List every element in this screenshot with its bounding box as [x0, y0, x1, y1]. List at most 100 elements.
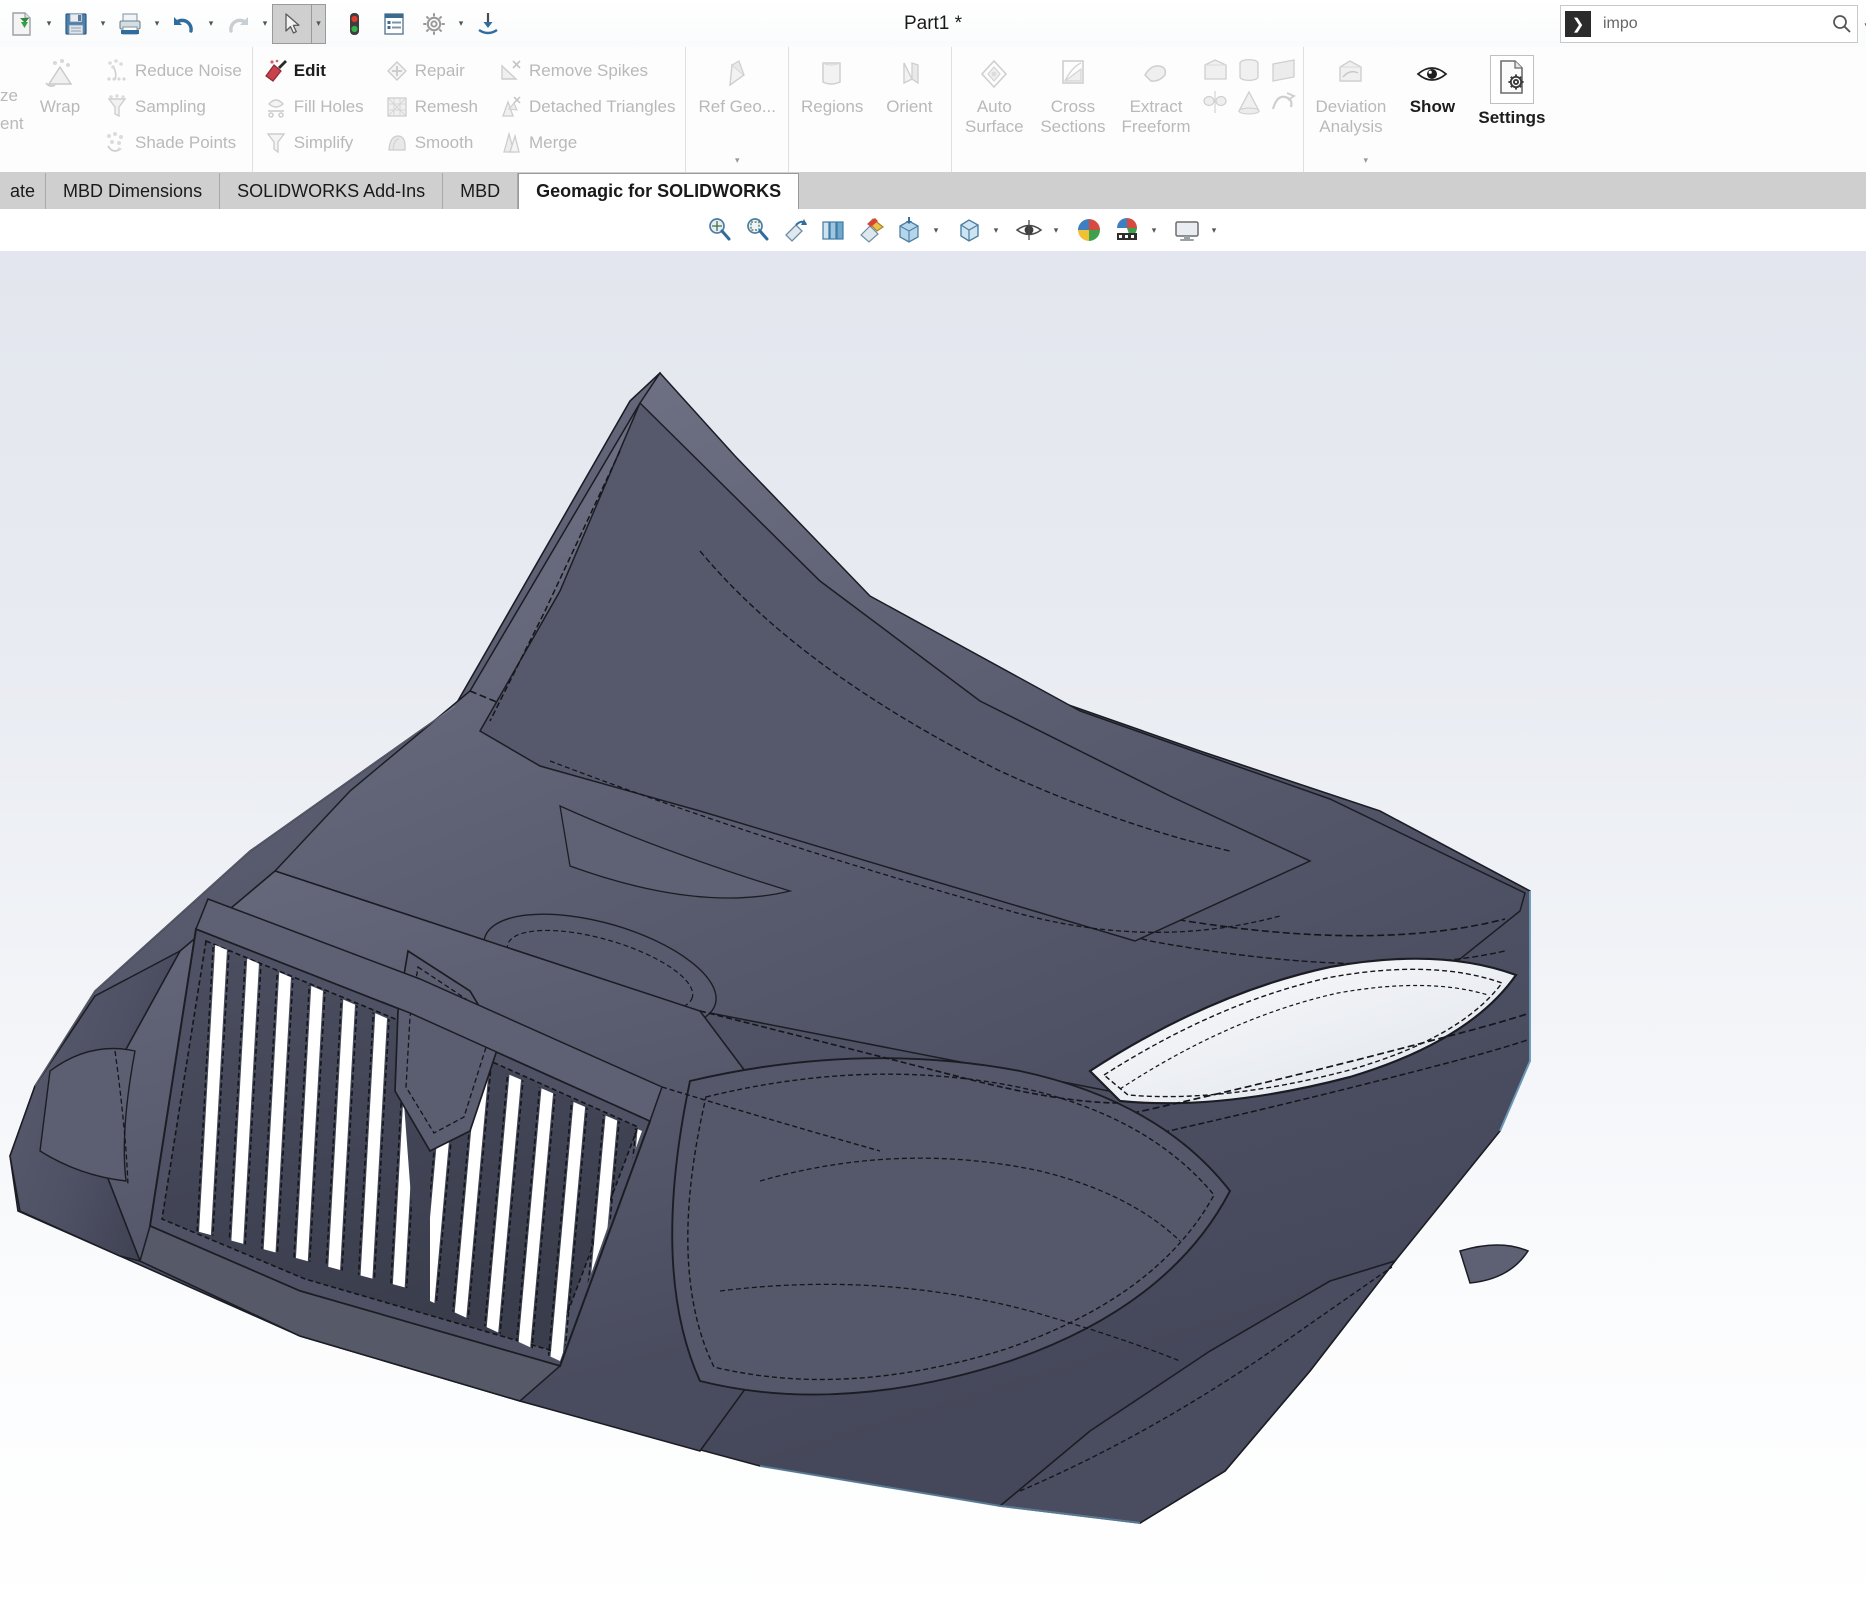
new-document-button[interactable]: [2, 4, 42, 44]
display-style-view-button[interactable]: [950, 211, 988, 249]
zoom-to-fit-button[interactable]: [700, 211, 738, 249]
ribbon-button-edit[interactable]: Edit: [257, 53, 370, 89]
ribbon-button-fill-holes[interactable]: Fill Holes: [257, 89, 370, 125]
ribbon-button-show[interactable]: Show: [1394, 47, 1470, 117]
ribbon-button-shade-points[interactable]: Shade Points: [98, 125, 248, 161]
ribbon-tab-strip: ate MBD Dimensions SOLIDWORKS Add-Ins MB…: [0, 172, 1866, 210]
box-primitive-icon[interactable]: [1199, 55, 1231, 85]
options-button[interactable]: [414, 4, 454, 44]
ribbon-button-remove-spikes[interactable]: Remove Spikes: [492, 53, 681, 89]
ribbon-group-points: ze ent Wrap: [0, 47, 252, 172]
regions-icon: [813, 55, 851, 93]
view-orientation-caret[interactable]: ▾: [928, 211, 944, 249]
undo-button[interactable]: [164, 4, 204, 44]
orient-icon: [890, 55, 928, 93]
ribbon-group-reference: Ref Geo... ▾: [685, 47, 787, 172]
sweep-primitive-icon[interactable]: [1267, 87, 1299, 117]
view-orientation-button[interactable]: [890, 211, 928, 249]
ribbon-button-ref-geometry[interactable]: Ref Geo...: [690, 47, 783, 117]
ribbon-button-wrap[interactable]: Wrap: [22, 47, 98, 117]
undo-caret[interactable]: ▾: [204, 4, 218, 44]
command-search[interactable]: ❯ ▾: [1560, 5, 1858, 43]
redo-button[interactable]: [218, 4, 258, 44]
search-input[interactable]: [1591, 14, 1827, 34]
remesh-icon: [384, 94, 410, 120]
ribbon-button-regions[interactable]: Regions: [793, 47, 871, 117]
ribbon-button-detached-triangles[interactable]: Detached Triangles: [492, 89, 681, 125]
ribbon-group-regions: Regions Orient: [788, 47, 951, 172]
graphics-viewport[interactable]: [0, 251, 1866, 1618]
ribbon-button-simplify[interactable]: Simplify: [257, 125, 370, 161]
cone-primitive-icon[interactable]: [1233, 87, 1265, 117]
print-caret[interactable]: ▾: [150, 4, 164, 44]
ribbon-label-merge: Merge: [529, 133, 577, 153]
ribbon-button-smooth[interactable]: Smooth: [378, 125, 484, 161]
ribbon-label-simplify: Simplify: [294, 133, 354, 153]
monitor-icon: [1172, 215, 1202, 245]
cylinder-primitive-icon[interactable]: [1233, 55, 1265, 85]
display-style-button[interactable]: [374, 4, 414, 44]
ribbon-button-deviation-analysis[interactable]: Deviation Analysis: [1308, 47, 1395, 136]
insert-component-button[interactable]: [468, 4, 508, 44]
select-tool-caret[interactable]: ▾: [312, 4, 326, 44]
ref-geometry-caret[interactable]: ▾: [735, 155, 740, 166]
print-button[interactable]: [110, 4, 150, 44]
print-icon: [116, 10, 144, 38]
apply-scene-button[interactable]: [1070, 211, 1108, 249]
display-manager-caret[interactable]: ▾: [1206, 211, 1222, 249]
view-settings-button[interactable]: [1108, 211, 1146, 249]
section-view-button[interactable]: [852, 211, 890, 249]
display-style-caret[interactable]: ▾: [988, 211, 1004, 249]
ribbon-label-wrap: Wrap: [40, 97, 80, 117]
previous-view-button[interactable]: [814, 211, 852, 249]
ribbon-group-surface: Auto Surface Cross Sections Extract Free…: [951, 47, 1302, 172]
ribbon-label-repair: Repair: [415, 61, 465, 81]
ribbon-button-repair[interactable]: Repair: [378, 53, 484, 89]
hide-show-caret[interactable]: ▾: [1048, 211, 1064, 249]
ribbon-button-settings[interactable]: Settings: [1470, 47, 1553, 128]
tab-mbd-dimensions[interactable]: MBD Dimensions: [46, 173, 220, 209]
primitive-row-bottom: [1199, 87, 1299, 117]
tab-geomagic-for-solidworks[interactable]: Geomagic for SOLIDWORKS: [518, 173, 799, 209]
merge-icon: [498, 130, 524, 156]
ribbon-label-detached-triangles: Detached Triangles: [529, 97, 675, 117]
search-icon[interactable]: [1827, 13, 1857, 35]
cross-sections-icon: [1054, 55, 1092, 93]
ribbon-button-reduce-noise[interactable]: Reduce Noise: [98, 53, 248, 89]
rebuild-button[interactable]: [334, 4, 374, 44]
reduce-noise-icon: [104, 58, 130, 84]
view-settings-caret[interactable]: ▾: [1146, 211, 1162, 249]
ribbon-button-remesh[interactable]: Remesh: [378, 89, 484, 125]
deviation-analysis-caret[interactable]: ▾: [1364, 155, 1369, 166]
ribbon-button-merge[interactable]: Merge: [492, 125, 681, 161]
ribbon-label-sampling: Sampling: [135, 97, 206, 117]
options-caret[interactable]: ▾: [454, 4, 468, 44]
revolve-primitive-icon[interactable]: [1199, 87, 1231, 117]
tab-clipped[interactable]: ate: [0, 173, 46, 209]
display-manager-button[interactable]: [1168, 211, 1206, 249]
ribbon-button-auto-surface[interactable]: Auto Surface: [956, 47, 1032, 136]
ribbon-button-orient[interactable]: Orient: [871, 47, 947, 117]
ribbon-label-deviation-analysis: Deviation Analysis: [1316, 97, 1387, 136]
new-document-caret[interactable]: ▾: [42, 4, 56, 44]
select-tool-button[interactable]: [272, 4, 312, 44]
hide-show-items-button[interactable]: [1010, 211, 1048, 249]
primitive-icon-cluster: [1199, 47, 1299, 117]
ribbon-button-extract-freeform[interactable]: Extract Freeform: [1114, 47, 1199, 136]
settings-page-icon: [1493, 58, 1531, 96]
remove-spikes-icon: [498, 58, 524, 84]
down-arrow-anchor-icon: [474, 10, 502, 38]
plane-primitive-icon[interactable]: [1267, 55, 1299, 85]
tab-mbd[interactable]: MBD: [443, 173, 518, 209]
section-view-icon: [856, 215, 886, 245]
tab-solidworks-add-ins[interactable]: SOLIDWORKS Add-Ins: [220, 173, 443, 209]
rotate-view-button[interactable]: [776, 211, 814, 249]
ribbon-button-sampling[interactable]: Sampling: [98, 89, 248, 125]
redo-caret[interactable]: ▾: [258, 4, 272, 44]
ribbon-button-cross-sections[interactable]: Cross Sections: [1032, 47, 1113, 136]
save-button[interactable]: [56, 4, 96, 44]
save-caret[interactable]: ▾: [96, 4, 110, 44]
zoom-to-area-button[interactable]: [738, 211, 776, 249]
ribbon-label-cross-sections: Cross Sections: [1040, 97, 1105, 136]
solidworks-window: ▾ ▾ ▾: [0, 0, 1866, 1618]
